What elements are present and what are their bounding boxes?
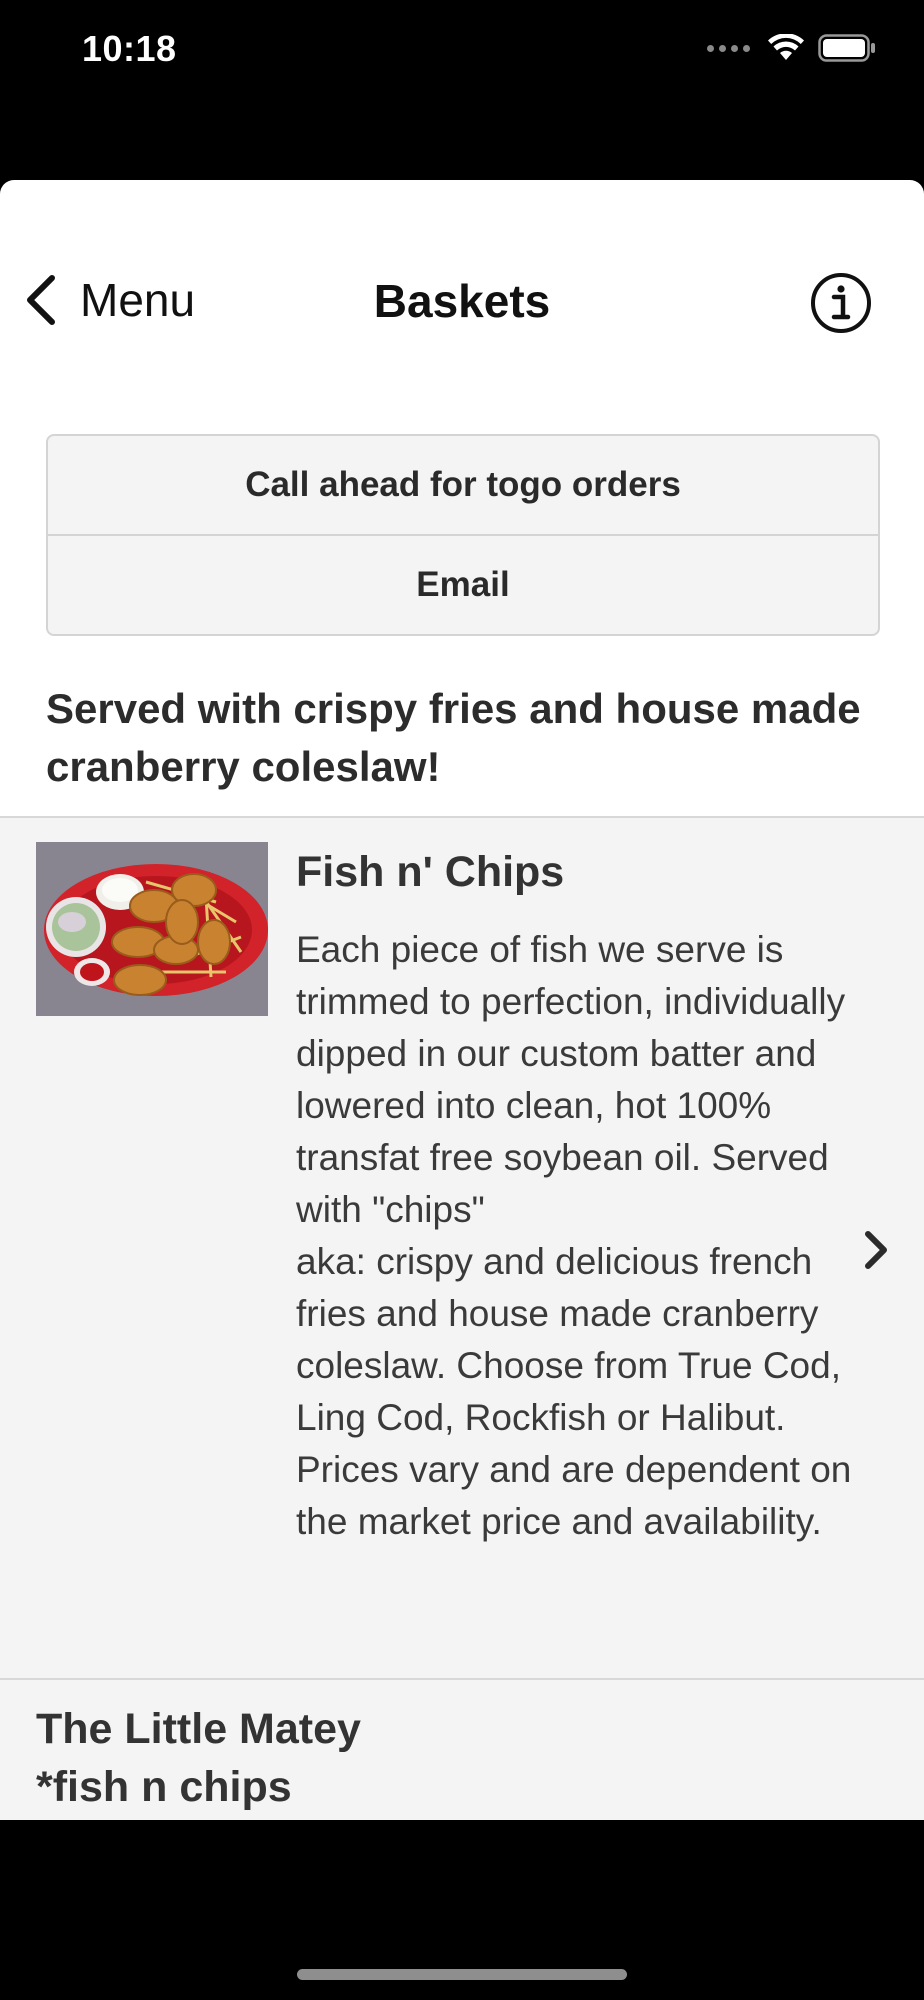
fish-n-chips-photo [36,842,268,1016]
home-indicator [297,1969,627,1980]
email-button[interactable]: Email [48,534,878,634]
category-description: Served with crispy fries and house made … [46,685,861,790]
menu-item-fish-n-chips[interactable]: Fish n' Chips Each piece of fish we serv… [0,818,924,1678]
item-title: Fish n' Chips [296,848,565,896]
menu-item-little-matey[interactable]: The Little Matey *fish n chips [0,1680,924,1820]
status-bar: 10:18 [0,0,924,100]
content-sheet: Menu Baskets Call ahead for togo orders … [0,180,924,1820]
page-title: Baskets [373,275,551,327]
contact-actions: Call ahead for togo orders Email [46,434,880,636]
call-ahead-button[interactable]: Call ahead for togo orders [48,436,878,534]
chevron-right-icon [865,1231,887,1269]
item-description: Each piece of fish we serve is trimmed t… [296,929,852,1542]
info-icon[interactable] [810,272,872,334]
wifi-icon [768,34,804,60]
status-icons [707,34,876,62]
app-screen: 10:18 Menu Baskets Call ahead for togo o… [0,0,924,2000]
battery-icon [818,34,875,62]
cellular-signal-icon [707,44,750,52]
item-title: The Little Matey *fish n chips [36,1705,361,1811]
navigation-bar: Menu Baskets [0,180,924,420]
status-time: 10:18 [82,28,177,69]
